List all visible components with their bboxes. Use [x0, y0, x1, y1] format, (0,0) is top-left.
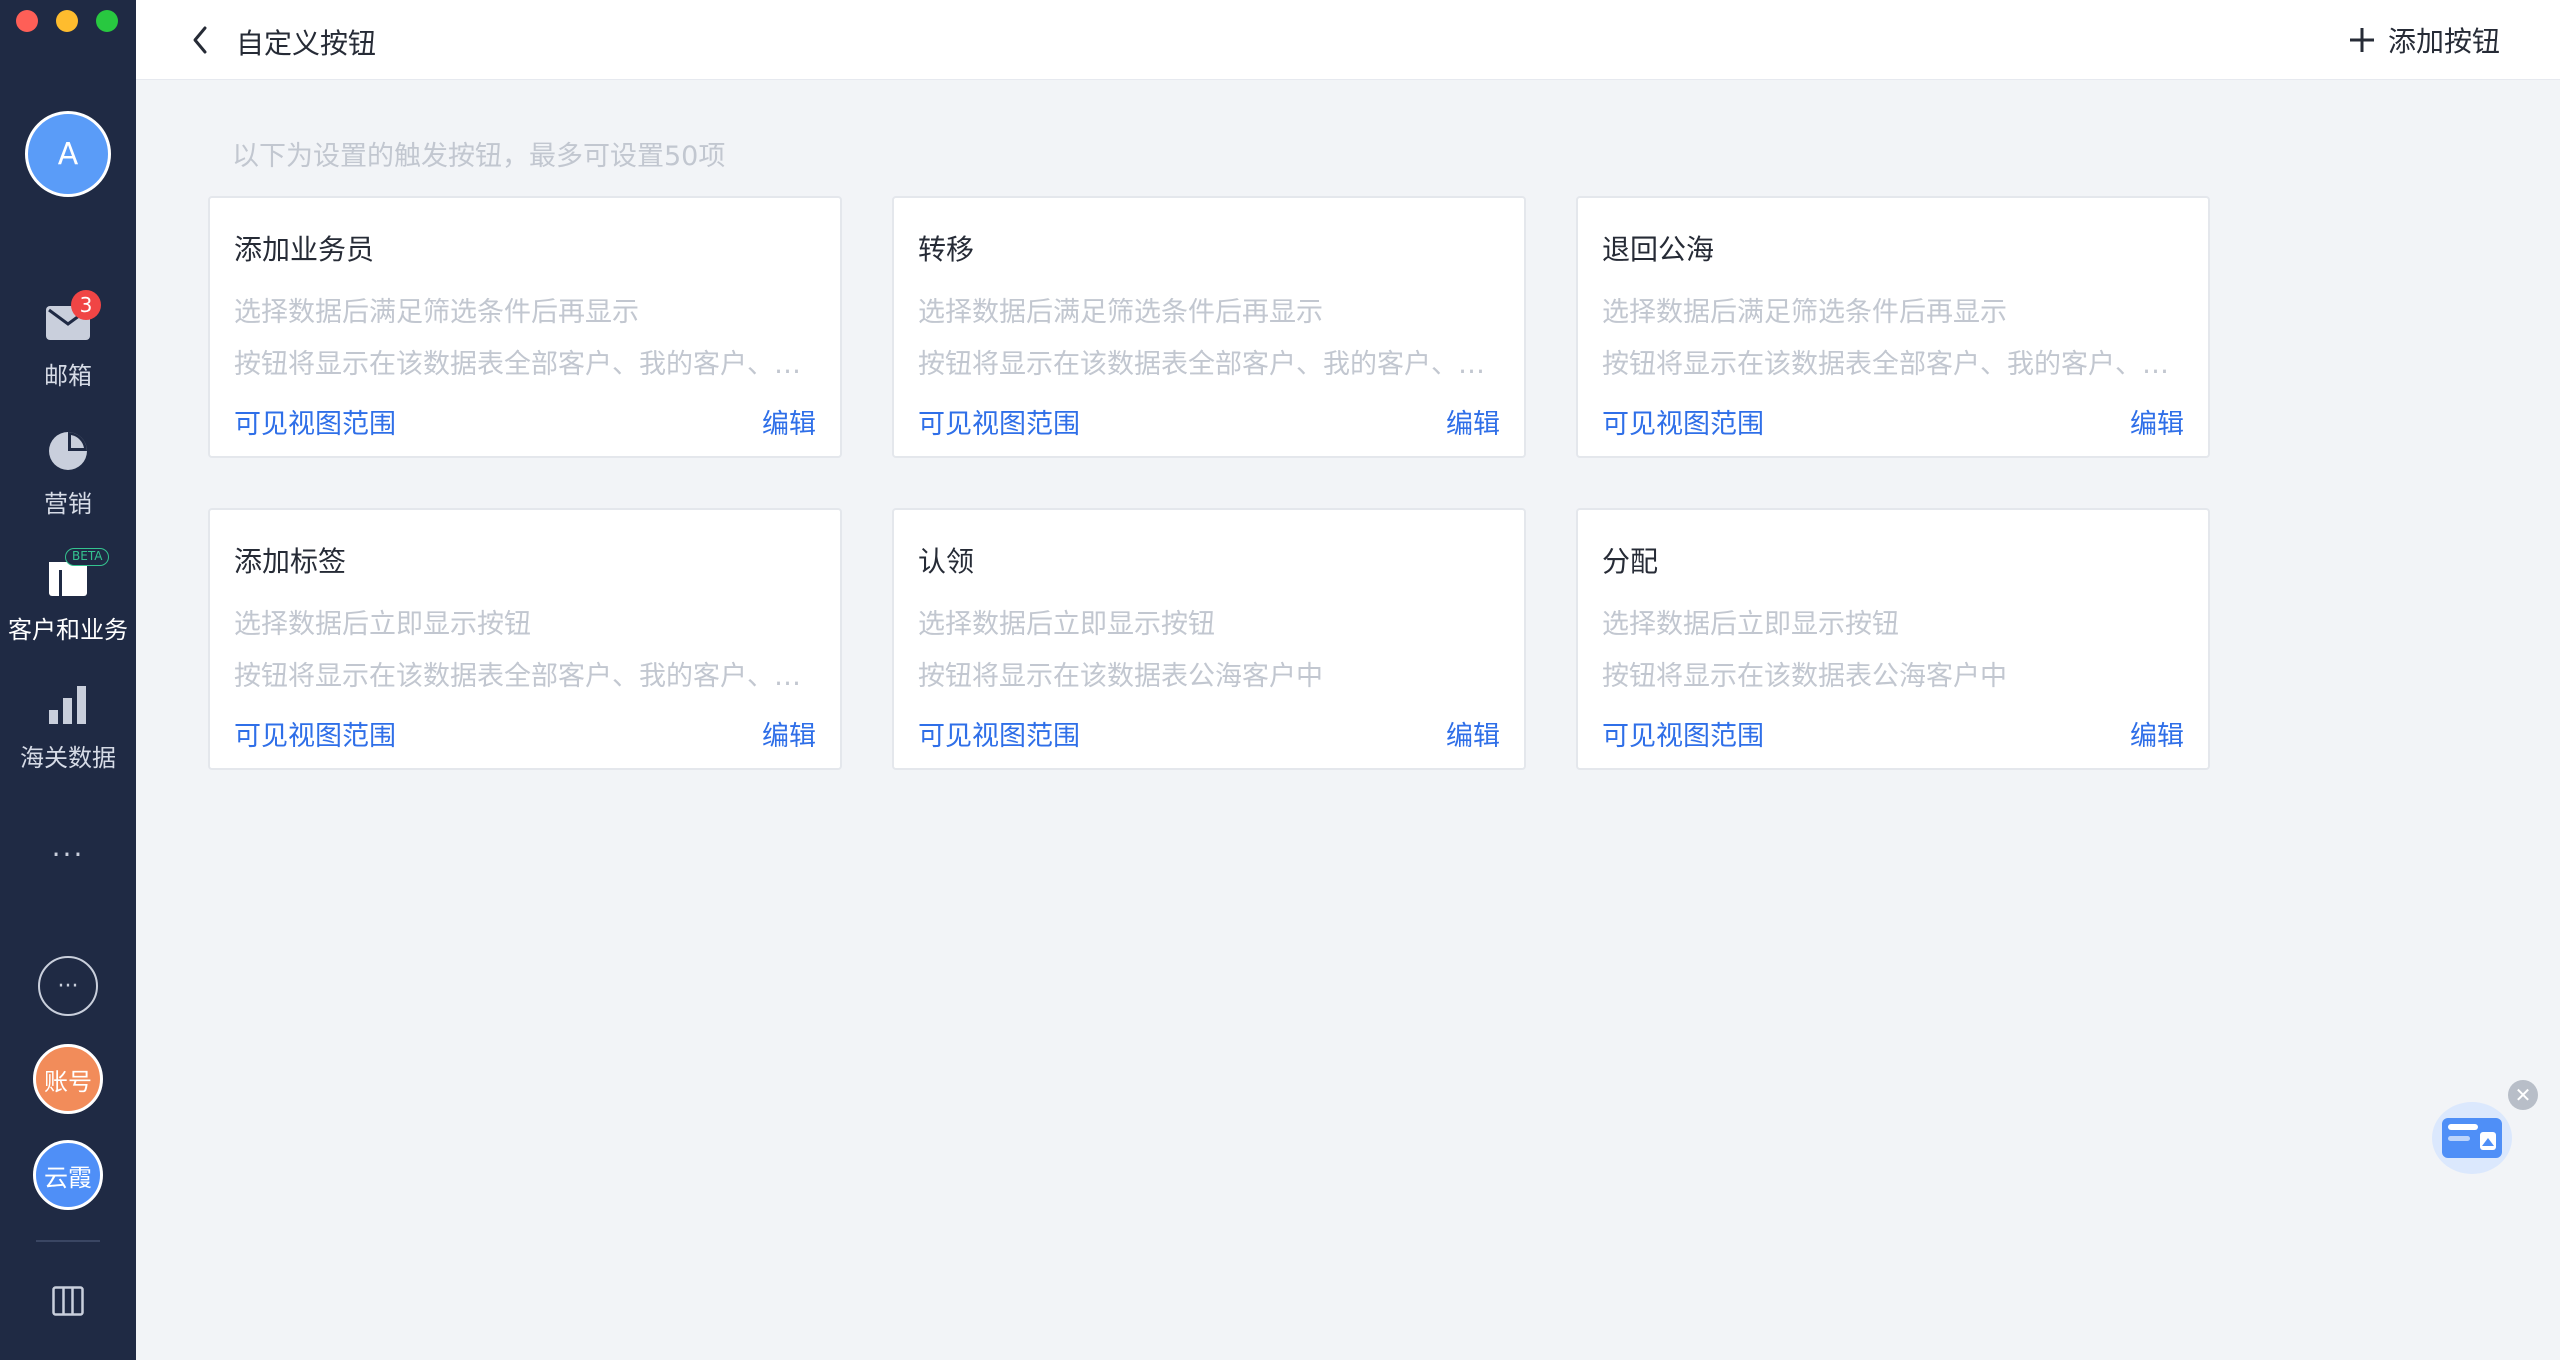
close-icon[interactable]: ✕: [2508, 1080, 2538, 1110]
card-title: 添加业务员: [234, 233, 375, 266]
card-title: 退回公海: [1602, 233, 1715, 266]
sidebar-item-label: 海关数据: [20, 744, 116, 772]
card-title: 转移: [918, 233, 975, 266]
visible-scope-link[interactable]: 可见视图范围: [1602, 402, 1764, 441]
card-location: 按钮将显示在该数据表全部客户、我的客户、下属客户中: [234, 349, 816, 380]
card-condition: 选择数据后满足筛选条件后再显示: [234, 297, 639, 328]
card-title: 认领: [918, 545, 975, 578]
mail-badge: 3: [71, 290, 101, 320]
more-menu-icon[interactable]: ···: [0, 838, 136, 871]
edit-link[interactable]: 编辑: [1446, 714, 1500, 753]
visible-scope-link[interactable]: 可见视图范围: [234, 402, 396, 441]
hint-text: 以下为设置的触发按钮，最多可设置50项: [232, 141, 726, 172]
customer-icon: BETA: [45, 548, 110, 600]
card-location: 按钮将显示在该数据表全部客户、我的客户、下属客户中: [1602, 349, 2184, 380]
edit-link[interactable]: 编辑: [2130, 714, 2184, 753]
add-button-label: 添加按钮: [2387, 25, 2500, 58]
card-location: 按钮将显示在该数据表公海客户中: [1602, 661, 2007, 692]
card-location: 按钮将显示在该数据表公海客户中: [918, 661, 1323, 692]
button-card: 转移 选择数据后满足筛选条件后再显示 按钮将显示在该数据表全部客户、我的客户、下…: [892, 196, 1526, 458]
card-condition: 选择数据后满足筛选条件后再显示: [1602, 297, 2007, 328]
window-zoom-button[interactable]: [96, 10, 118, 32]
edit-link[interactable]: 编辑: [1446, 402, 1500, 441]
edit-link[interactable]: 编辑: [762, 402, 816, 441]
sidebar-item-customs-data[interactable]: 海关数据: [0, 682, 136, 773]
floating-assistant-icon[interactable]: [2428, 1092, 2516, 1176]
user-avatar-label: 云霞: [44, 1163, 92, 1192]
ellipsis-icon: ···: [57, 973, 79, 999]
sidebar-item-customers[interactable]: BETA 客户和业务: [0, 548, 136, 645]
edit-link[interactable]: 编辑: [762, 714, 816, 753]
window-minimize-button[interactable]: [56, 10, 78, 32]
header: 自定义按钮 添加按钮: [136, 0, 2560, 80]
mail-icon: 3: [45, 290, 101, 346]
card-location: 按钮将显示在该数据表全部客户、我的客户、下属客户中: [234, 661, 816, 692]
card-condition: 选择数据后立即显示按钮: [1602, 609, 1899, 640]
avatar-letter: A: [57, 136, 79, 172]
button-card: 认领 选择数据后立即显示按钮 按钮将显示在该数据表公海客户中 可见视图范围 编辑: [892, 508, 1526, 770]
beta-badge: BETA: [65, 548, 110, 566]
sidebar-item-label: 营销: [44, 490, 92, 518]
card-title: 添加标签: [234, 545, 347, 578]
card-condition: 选择数据后满足筛选条件后再显示: [918, 297, 1323, 328]
sidebar-item-mail[interactable]: 3 邮箱: [0, 290, 136, 391]
account-avatar-label: 账号: [44, 1067, 92, 1096]
layout-columns-icon[interactable]: [52, 1286, 84, 1320]
card-condition: 选择数据后立即显示按钮: [234, 609, 531, 640]
button-card: 添加业务员 选择数据后满足筛选条件后再显示 按钮将显示在该数据表全部客户、我的客…: [208, 196, 842, 458]
visible-scope-link[interactable]: 可见视图范围: [1602, 714, 1764, 753]
edit-link[interactable]: 编辑: [2130, 402, 2184, 441]
page-title: 自定义按钮: [236, 27, 377, 60]
visible-scope-link[interactable]: 可见视图范围: [918, 402, 1080, 441]
button-card: 添加标签 选择数据后立即显示按钮 按钮将显示在该数据表全部客户、我的客户、下属客…: [208, 508, 842, 770]
plus-icon: [2349, 28, 2374, 52]
user-avatar[interactable]: 云霞: [33, 1140, 103, 1210]
account-avatar[interactable]: 账号: [33, 1044, 103, 1114]
sidebar-item-label: 邮箱: [44, 362, 92, 390]
sidebar: A 3 邮箱 营销 BETA 客户和业务 海关数据 ··· ··· 账号 云霞: [0, 0, 136, 1360]
sidebar-divider: [36, 1240, 100, 1242]
back-button[interactable]: [190, 24, 210, 60]
sidebar-item-marketing[interactable]: 营销: [0, 428, 136, 519]
pie-chart-icon: [45, 428, 91, 474]
add-button[interactable]: 添加按钮: [2348, 20, 2500, 60]
user-avatar-top[interactable]: A: [25, 111, 111, 197]
button-card: 退回公海 选择数据后满足筛选条件后再显示 按钮将显示在该数据表全部客户、我的客户…: [1576, 196, 2210, 458]
bar-chart-icon: [45, 682, 91, 728]
visible-scope-link[interactable]: 可见视图范围: [918, 714, 1080, 753]
card-condition: 选择数据后立即显示按钮: [918, 609, 1215, 640]
circle-more-button[interactable]: ···: [38, 956, 98, 1016]
button-card: 分配 选择数据后立即显示按钮 按钮将显示在该数据表公海客户中 可见视图范围 编辑: [1576, 508, 2210, 770]
window-close-button[interactable]: [16, 10, 38, 32]
visible-scope-link[interactable]: 可见视图范围: [234, 714, 396, 753]
card-title: 分配: [1602, 545, 1659, 578]
sidebar-item-label: 客户和业务: [8, 616, 128, 644]
card-location: 按钮将显示在该数据表全部客户、我的客户、下属客户中: [918, 349, 1500, 380]
chevron-left-icon: [193, 26, 207, 54]
